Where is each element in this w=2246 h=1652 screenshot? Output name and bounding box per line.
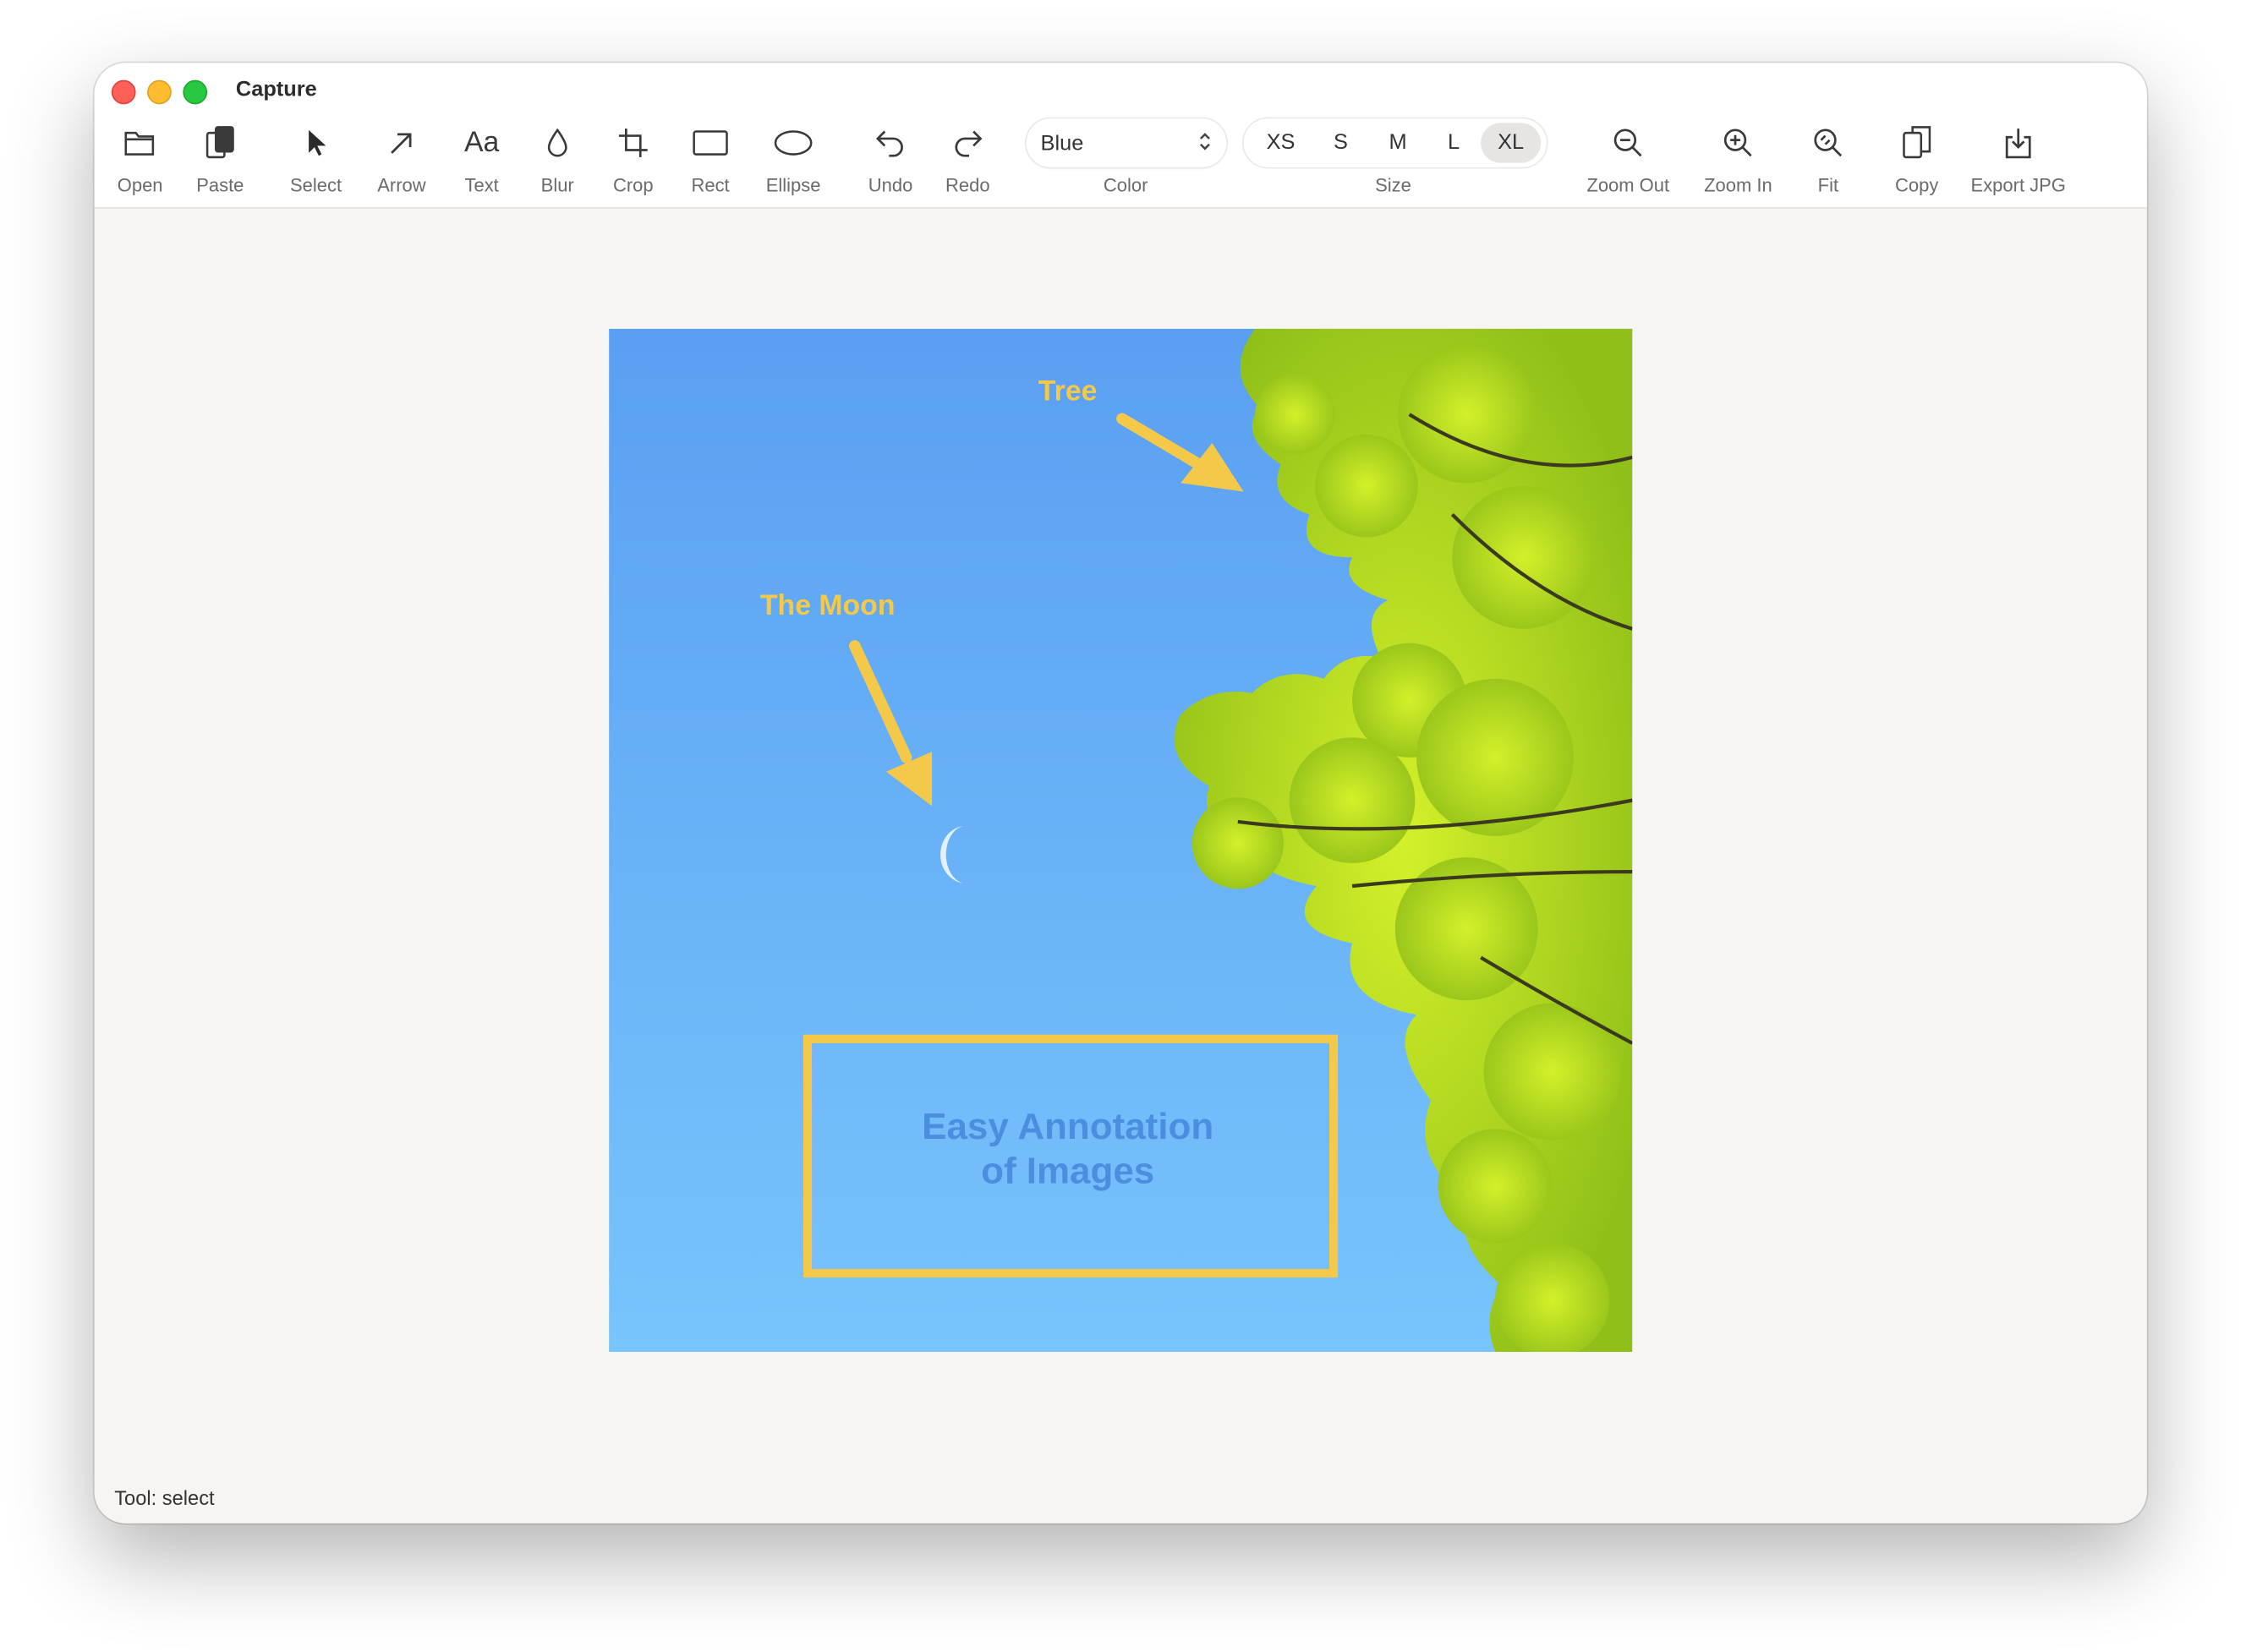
ellipse-tool-button[interactable]: Ellipse (756, 114, 830, 196)
zoom-out-icon (1599, 114, 1657, 172)
undo-icon (862, 114, 919, 172)
annotated-image: Tree The Moon Easy Annotation of Images (609, 328, 1633, 1353)
image-canvas[interactable]: Tree The Moon Easy Annotation of Images (609, 328, 1633, 1353)
undo-button[interactable]: Undo (856, 114, 924, 196)
fit-icon (1800, 114, 1857, 172)
rect-tool-button[interactable]: Rect (677, 114, 745, 196)
arrow-tool-button[interactable]: Arrow (367, 114, 436, 196)
minimize-window-button[interactable] (147, 79, 172, 105)
close-window-button[interactable] (111, 79, 136, 105)
crop-icon (605, 114, 662, 172)
app-window: Capture Open Paste Select Arrow Aa Text … (94, 63, 2147, 1523)
size-label: Size (1375, 174, 1411, 196)
window-controls (111, 79, 208, 105)
text-tool-button[interactable]: Aa Text (447, 114, 516, 196)
export-icon (1990, 114, 2047, 172)
zoom-out-button[interactable]: Zoom Out (1580, 114, 1675, 196)
rect-icon (682, 114, 739, 172)
status-bar: Tool: select (114, 1485, 215, 1509)
crop-tool-button[interactable]: Crop (599, 114, 667, 196)
box-label-line2: of Images (981, 1151, 1154, 1192)
cursor-icon (288, 114, 345, 172)
arrow-icon (373, 114, 430, 172)
copy-button[interactable]: Copy (1882, 114, 1951, 196)
blur-tool-button[interactable]: Blur (523, 114, 592, 196)
copy-icon (1888, 114, 1946, 172)
zoom-in-button[interactable]: Zoom In (1695, 114, 1781, 196)
size-xs[interactable]: XS (1249, 123, 1312, 162)
box-label-line1: Easy Annotation (922, 1106, 1213, 1147)
size-m[interactable]: M (1369, 123, 1427, 162)
color-select[interactable]: Blue (1026, 118, 1227, 167)
zoom-in-icon (1710, 114, 1767, 172)
color-label: Color (1103, 174, 1148, 196)
tree-label: Tree (1038, 375, 1098, 407)
color-value: Blue (1040, 130, 1084, 156)
redo-icon (939, 114, 997, 172)
moon-label: The Moon (760, 589, 896, 621)
folder-icon (112, 114, 169, 172)
size-l[interactable]: L (1427, 123, 1481, 162)
zoom-window-button[interactable] (183, 79, 208, 105)
size-xl[interactable]: XL (1481, 123, 1542, 163)
select-tool-button[interactable]: Select (282, 114, 350, 196)
paste-button[interactable]: Paste (186, 114, 255, 196)
redo-button[interactable]: Redo (934, 114, 1002, 196)
size-s[interactable]: S (1312, 123, 1370, 162)
toolbar: Capture Open Paste Select Arrow Aa Text … (94, 63, 2147, 209)
window-title: Capture (235, 77, 317, 102)
size-segmented-control: XS S M L XL (1243, 118, 1547, 167)
export-jpg-button[interactable]: Export JPG (1961, 114, 2075, 196)
drop-icon (529, 114, 586, 172)
clipboard-icon (192, 114, 249, 172)
chevron-updown-icon (1197, 130, 1212, 159)
open-button[interactable]: Open (106, 114, 174, 196)
fit-button[interactable]: Fit (1794, 114, 1862, 196)
text-icon: Aa (463, 126, 500, 158)
ellipse-icon (764, 114, 822, 172)
